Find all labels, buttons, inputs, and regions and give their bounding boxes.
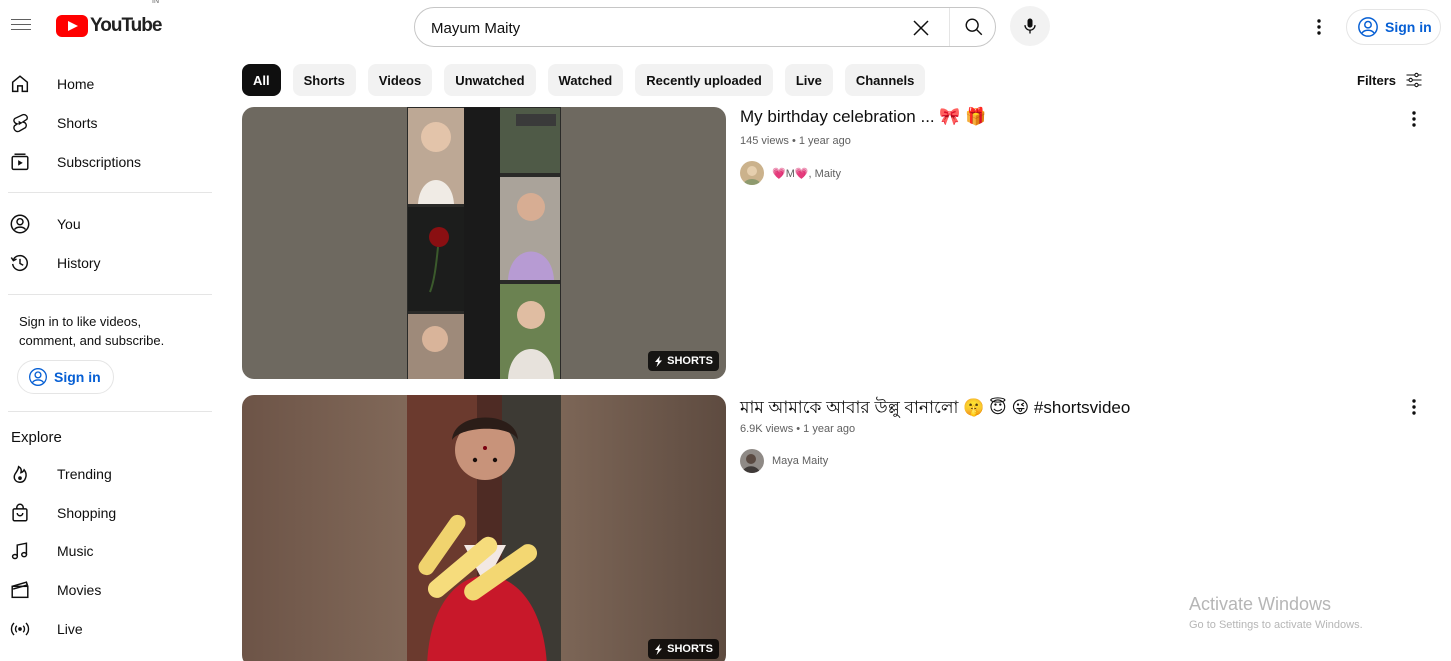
video-thumbnail[interactable]: SHORTS: [242, 107, 726, 379]
masthead: YouTube IN Sign in: [0, 0, 1451, 54]
sidebar-item-label: Music: [57, 543, 94, 559]
shorts-badge: SHORTS: [648, 351, 719, 371]
video-thumbnail[interactable]: SHORTS: [242, 395, 726, 661]
search-input[interactable]: [431, 17, 891, 39]
account-icon: [29, 368, 47, 386]
channel-avatar[interactable]: [740, 449, 764, 473]
shorts-badge-label: SHORTS: [667, 643, 713, 655]
chip-channels[interactable]: Channels: [844, 64, 926, 96]
shorts-badge-label: SHORTS: [667, 355, 713, 367]
movies-icon: [8, 578, 32, 602]
chip-live[interactable]: Live: [784, 64, 833, 96]
signin-button[interactable]: Sign in: [1346, 9, 1441, 45]
sidebar-divider: [8, 192, 212, 193]
video-actions-icon[interactable]: [1402, 107, 1426, 131]
live-icon: [8, 617, 32, 641]
more-options-icon[interactable]: [1306, 14, 1332, 40]
sidebar-item-trending[interactable]: Trending: [0, 455, 212, 493]
account-icon: [1358, 17, 1378, 37]
windows-activation-watermark: Activate Windows Go to Settings to activ…: [1189, 594, 1363, 631]
sidebar-item-label: Movies: [57, 582, 102, 598]
country-code: IN: [152, 0, 159, 5]
sidebar-divider: [8, 411, 212, 412]
channel-link[interactable]: 💗M💗, Maity: [740, 161, 841, 185]
signin-label: Sign in: [54, 369, 101, 385]
logo-text: YouTube: [90, 15, 162, 36]
sidebar-item-label: Shorts: [57, 115, 98, 131]
sidebar-item-label: Subscriptions: [57, 154, 142, 170]
microphone-icon: [1024, 18, 1036, 34]
search-icon: [965, 18, 982, 36]
youtube-logo[interactable]: YouTube: [56, 14, 162, 38]
video-result: SHORTS My birthday celebration ... 🎀 🎁 1…: [242, 107, 1442, 379]
video-actions-icon[interactable]: [1402, 395, 1426, 419]
sidebar-item-shopping[interactable]: Shopping: [0, 494, 212, 532]
sidebar-item-label: Shopping: [57, 505, 117, 521]
watermark-title: Activate Windows: [1189, 594, 1332, 614]
search-button[interactable]: [949, 8, 997, 46]
channel-link[interactable]: Maya Maity: [740, 449, 828, 473]
video-meta: 145 views • 1 year ago: [740, 135, 851, 147]
video-title[interactable]: My birthday celebration ... 🎀 🎁: [740, 107, 986, 127]
channel-avatar[interactable]: [740, 161, 764, 185]
sidebar: Home Shorts Subscriptions You History Si…: [0, 62, 220, 661]
sidebar-item-movies[interactable]: Movies: [0, 571, 212, 609]
video-meta: 6.9K views • 1 year ago: [740, 423, 856, 435]
watermark-subtitle: Go to Settings to activate Windows.: [1189, 619, 1363, 631]
chip-all[interactable]: All: [242, 64, 281, 96]
menu-icon[interactable]: [11, 15, 31, 35]
filter-chips: All Shorts Videos Unwatched Watched Rece…: [242, 64, 926, 96]
shorts-icon: [655, 643, 663, 655]
chip-shorts[interactable]: Shorts: [292, 64, 356, 96]
video-title[interactable]: মাম আমাকে আবার উল্লু বানালো 🤫 😇 😜 #short…: [740, 395, 1130, 423]
chip-watched[interactable]: Watched: [547, 64, 624, 96]
sidebar-divider: [8, 294, 212, 295]
signin-label: Sign in: [1385, 19, 1432, 35]
sidebar-item-live[interactable]: Live: [0, 610, 212, 648]
channel-name: 💗M💗, Maity: [772, 167, 841, 180]
sidebar-item-music[interactable]: Music: [0, 532, 212, 570]
signin-prompt-text: Sign in to like videos, comment, and sub…: [19, 314, 165, 348]
sidebar-item-home[interactable]: Home: [0, 65, 212, 103]
history-icon: [8, 251, 32, 275]
voice-search-button[interactable]: [1010, 6, 1050, 46]
chip-recently-uploaded[interactable]: Recently uploaded: [635, 64, 773, 96]
subscriptions-icon: [8, 150, 32, 174]
home-icon: [8, 72, 32, 96]
clear-search-icon[interactable]: [909, 16, 933, 40]
filter-sliders-icon: [1406, 72, 1422, 88]
sidebar-item-subscriptions[interactable]: Subscriptions: [0, 143, 212, 181]
shorts-badge: SHORTS: [648, 639, 719, 659]
chip-unwatched[interactable]: Unwatched: [444, 64, 536, 96]
search-box: [414, 7, 996, 47]
channel-name: Maya Maity: [772, 455, 829, 467]
sidebar-item-you[interactable]: You: [0, 205, 212, 243]
youtube-play-icon: [56, 15, 88, 37]
sidebar-item-label: You: [57, 216, 81, 232]
account-icon: [8, 212, 32, 236]
explore-heading: Explore: [11, 429, 62, 446]
sidebar-signin-button[interactable]: Sign in: [17, 360, 114, 394]
trending-icon: [8, 462, 32, 486]
music-icon: [8, 539, 32, 563]
sidebar-item-label: History: [57, 255, 101, 271]
chip-videos[interactable]: Videos: [367, 64, 433, 96]
filters-button[interactable]: Filters: [1357, 70, 1424, 90]
sidebar-item-label: Live: [57, 621, 83, 637]
sidebar-item-label: Trending: [57, 466, 112, 482]
shorts-icon: [8, 111, 32, 135]
sidebar-item-history[interactable]: History: [0, 244, 212, 282]
shopping-icon: [8, 501, 32, 525]
shorts-icon: [655, 355, 663, 367]
sidebar-item-label: Home: [57, 76, 95, 92]
sidebar-item-shorts[interactable]: Shorts: [0, 104, 212, 142]
filters-label: Filters: [1357, 72, 1397, 88]
